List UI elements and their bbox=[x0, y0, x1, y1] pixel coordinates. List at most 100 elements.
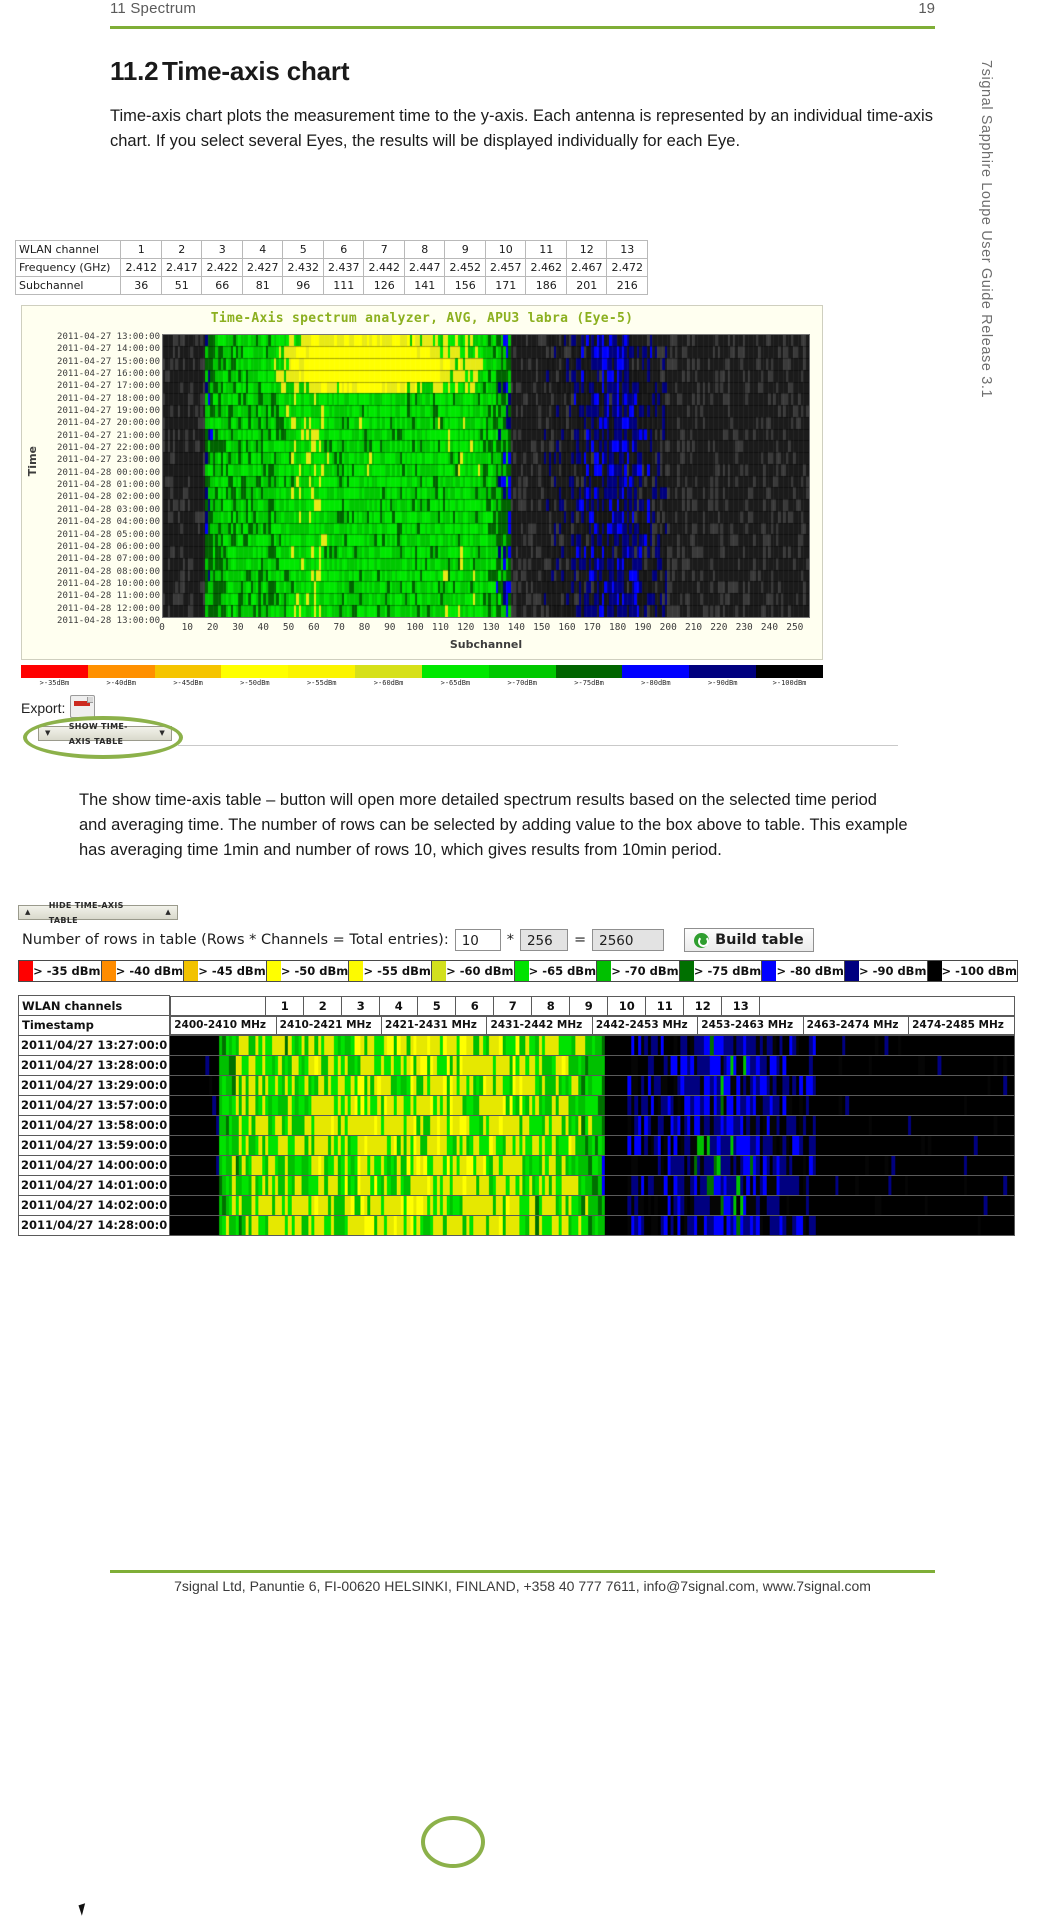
x-tick-label: 130 bbox=[482, 622, 500, 633]
y-tick-label: 2011-04-27 17:00:00 bbox=[57, 381, 160, 392]
build-table-button[interactable]: Build table bbox=[684, 928, 814, 952]
legend-label: > -70 dBm bbox=[611, 964, 679, 978]
frequency-band-header-cell: 2453-2463 MHz bbox=[697, 1015, 804, 1035]
x-tick-label: 140 bbox=[507, 622, 525, 633]
wlan-channels-header: WLAN channels bbox=[17, 995, 171, 1016]
x-tick-label: 230 bbox=[735, 622, 753, 633]
channel-header-cell: 2 bbox=[303, 995, 343, 1016]
timestamp-cell: 2011/04/27 14:01:00:0 bbox=[17, 1174, 171, 1196]
total-entries-value: 2560 bbox=[592, 929, 665, 951]
wlan-channel-cell: 7 bbox=[363, 240, 405, 259]
x-tick-label: 50 bbox=[282, 622, 295, 633]
chart-color-legend-labels: >-35dBm >-40dBm >-45dBm >-50dBm >-55dBm >-60d… bbox=[21, 679, 823, 691]
timestamp-cell: 2011/04/27 13:57:00:0 bbox=[17, 1094, 171, 1116]
hide-time-axis-table-button[interactable]: ▲ HIDE TIME-AXIS TABLE ▲ bbox=[18, 901, 178, 925]
legend-label: > -50 dBm bbox=[280, 964, 349, 978]
y-tick-label: 2011-04-27 13:00:00 bbox=[57, 332, 160, 342]
channel-header-cell: 12 bbox=[683, 995, 723, 1016]
legend-color-swatch bbox=[87, 665, 155, 678]
wlan-channel-cell: 11 bbox=[525, 240, 567, 259]
hide-table-label: HIDE TIME-AXIS TABLE bbox=[48, 900, 124, 925]
y-tick-label: 2011-04-27 20:00:00 bbox=[57, 418, 160, 429]
legend-label: >-80dBm bbox=[641, 679, 671, 687]
frequency-cell: 2.452 bbox=[444, 258, 486, 277]
table-color-legend: > -35 dBm > -40 dBm > -45 dBm > -50 dBm > -5… bbox=[18, 960, 1018, 982]
legend-label: >-55dBm bbox=[306, 679, 337, 687]
timestamp-cell: 2011/04/27 13:27:00:0 bbox=[17, 1034, 171, 1056]
spectrum-strip-cell bbox=[169, 1074, 1015, 1096]
channel-header-cell: 5 bbox=[417, 995, 457, 1016]
legend-label: > -65 dBm bbox=[528, 964, 597, 978]
y-tick-label: 2011-04-27 14:00:00 bbox=[57, 344, 160, 355]
time-axis-data-table: WLAN channels 1 2 3 4 5 6 7 8 9 10 11 12 13 Timestam… bbox=[17, 995, 1015, 1236]
y-tick-label: 2011-04-27 22:00:00 bbox=[57, 443, 160, 454]
subchannel-cell: 66 bbox=[201, 276, 243, 295]
subchannel-cell: 36 bbox=[120, 276, 162, 295]
legend-label: > -80 dBm bbox=[776, 964, 844, 978]
subchannel-cell: 51 bbox=[160, 276, 203, 295]
subchannel-cell: 126 bbox=[363, 276, 405, 295]
channels-value: 256 bbox=[519, 929, 568, 951]
figure-divider bbox=[178, 745, 898, 746]
rows-input[interactable]: 10 bbox=[454, 929, 501, 951]
spectrum-strip-cell bbox=[169, 1054, 1015, 1076]
y-tick-label: 2011-04-27 19:00:00 bbox=[57, 406, 160, 417]
table-row: 2011/04/27 13:28:00:0 bbox=[17, 1054, 1015, 1076]
x-tick-label: 30 bbox=[232, 622, 244, 633]
frequency-cell: 2.442 bbox=[363, 258, 405, 277]
channel-header-cell: 10 bbox=[607, 995, 647, 1016]
y-tick-label: 2011-04-28 06:00:00 bbox=[57, 541, 160, 552]
channel-header-cell: 8 bbox=[531, 995, 571, 1016]
wlan-channel-cell: 13 bbox=[606, 240, 648, 259]
time-axis-chart-figure: WLAN channel 1 2 3 4 5 6 7 8 9 10 11 12 13 Frequency… bbox=[14, 240, 898, 759]
timestamp-cell: 2011/04/27 13:58:00:0 bbox=[17, 1114, 171, 1136]
timestamp-cell: 2011/04/27 14:28:00:0 bbox=[17, 1214, 171, 1236]
x-tick-label: 250 bbox=[786, 622, 804, 633]
subchannel-cell: 171 bbox=[484, 276, 527, 295]
y-tick-label: 2011-04-27 15:00:00 bbox=[57, 356, 160, 367]
table-row: 2011/04/27 14:00:00:0 bbox=[17, 1154, 1015, 1176]
multiply-symbol: * bbox=[506, 932, 514, 948]
timestamp-cell: 2011/04/27 14:00:00:0 bbox=[17, 1154, 171, 1176]
y-tick-label: 2011-04-27 23:00:00 bbox=[57, 455, 160, 466]
table-row: Frequency (GHz) 2.412 2.417 2.422 2.427 2.43… bbox=[14, 258, 648, 277]
x-tick-label: 90 bbox=[384, 622, 396, 633]
legend-label: >-50dBm bbox=[240, 679, 270, 687]
y-tick-label: 2011-04-28 05:00:00 bbox=[57, 529, 160, 540]
legend-color-swatch bbox=[21, 665, 88, 678]
chevron-up-icon: ▲ bbox=[165, 908, 171, 916]
y-tick-label: 2011-04-28 08:00:00 bbox=[57, 566, 160, 577]
frequency-cell: 2.467 bbox=[565, 258, 608, 277]
legend-color-swatch bbox=[421, 665, 489, 678]
y-tick-label: 2011-04-28 02:00:00 bbox=[57, 492, 160, 503]
legend-label: > -75 dBm bbox=[693, 964, 762, 978]
legend-label: >-100dBm bbox=[772, 679, 807, 687]
frequency-cell: 2.472 bbox=[606, 258, 648, 277]
subchannel-cell: 201 bbox=[565, 276, 608, 295]
footer-rule bbox=[110, 1570, 935, 1573]
section-title: Time-axis chart bbox=[162, 56, 350, 86]
legend-item: > -80 dBm bbox=[762, 961, 845, 981]
wlan-channel-cell: 6 bbox=[322, 240, 365, 259]
legend-color-swatch bbox=[184, 961, 199, 981]
legend-item: > -45 dBm bbox=[184, 961, 267, 981]
x-tick-label: 60 bbox=[308, 622, 320, 633]
wlan-channel-cell: 12 bbox=[565, 240, 608, 259]
y-tick-label: 2011-04-28 01:00:00 bbox=[57, 480, 160, 491]
legend-label: > -45 dBm bbox=[198, 964, 266, 978]
legend-color-swatch bbox=[844, 961, 859, 981]
table-header-frequencies: Timestamp 2400-2410 MHz 2410-2421 MHz 2421… bbox=[17, 1015, 1015, 1036]
x-tick-label: 190 bbox=[634, 622, 652, 633]
x-tick-label: 200 bbox=[659, 622, 677, 633]
y-tick-label: 2011-04-28 04:00:00 bbox=[57, 517, 160, 528]
legend-label: > -100 dBm bbox=[941, 964, 1017, 978]
wlan-channel-cell: 5 bbox=[282, 240, 324, 259]
header-chapter-title: 11 Spectrum bbox=[110, 0, 197, 17]
frequency-cell: 2.462 bbox=[525, 258, 567, 277]
refresh-icon bbox=[694, 932, 710, 948]
legend-color-swatch bbox=[597, 961, 612, 981]
page-title: 11.2 Time-axis chart bbox=[110, 56, 349, 87]
spectrum-strip-cell bbox=[169, 1174, 1015, 1196]
pdf-icon[interactable] bbox=[70, 695, 95, 718]
build-table-label: Build table bbox=[715, 932, 804, 948]
